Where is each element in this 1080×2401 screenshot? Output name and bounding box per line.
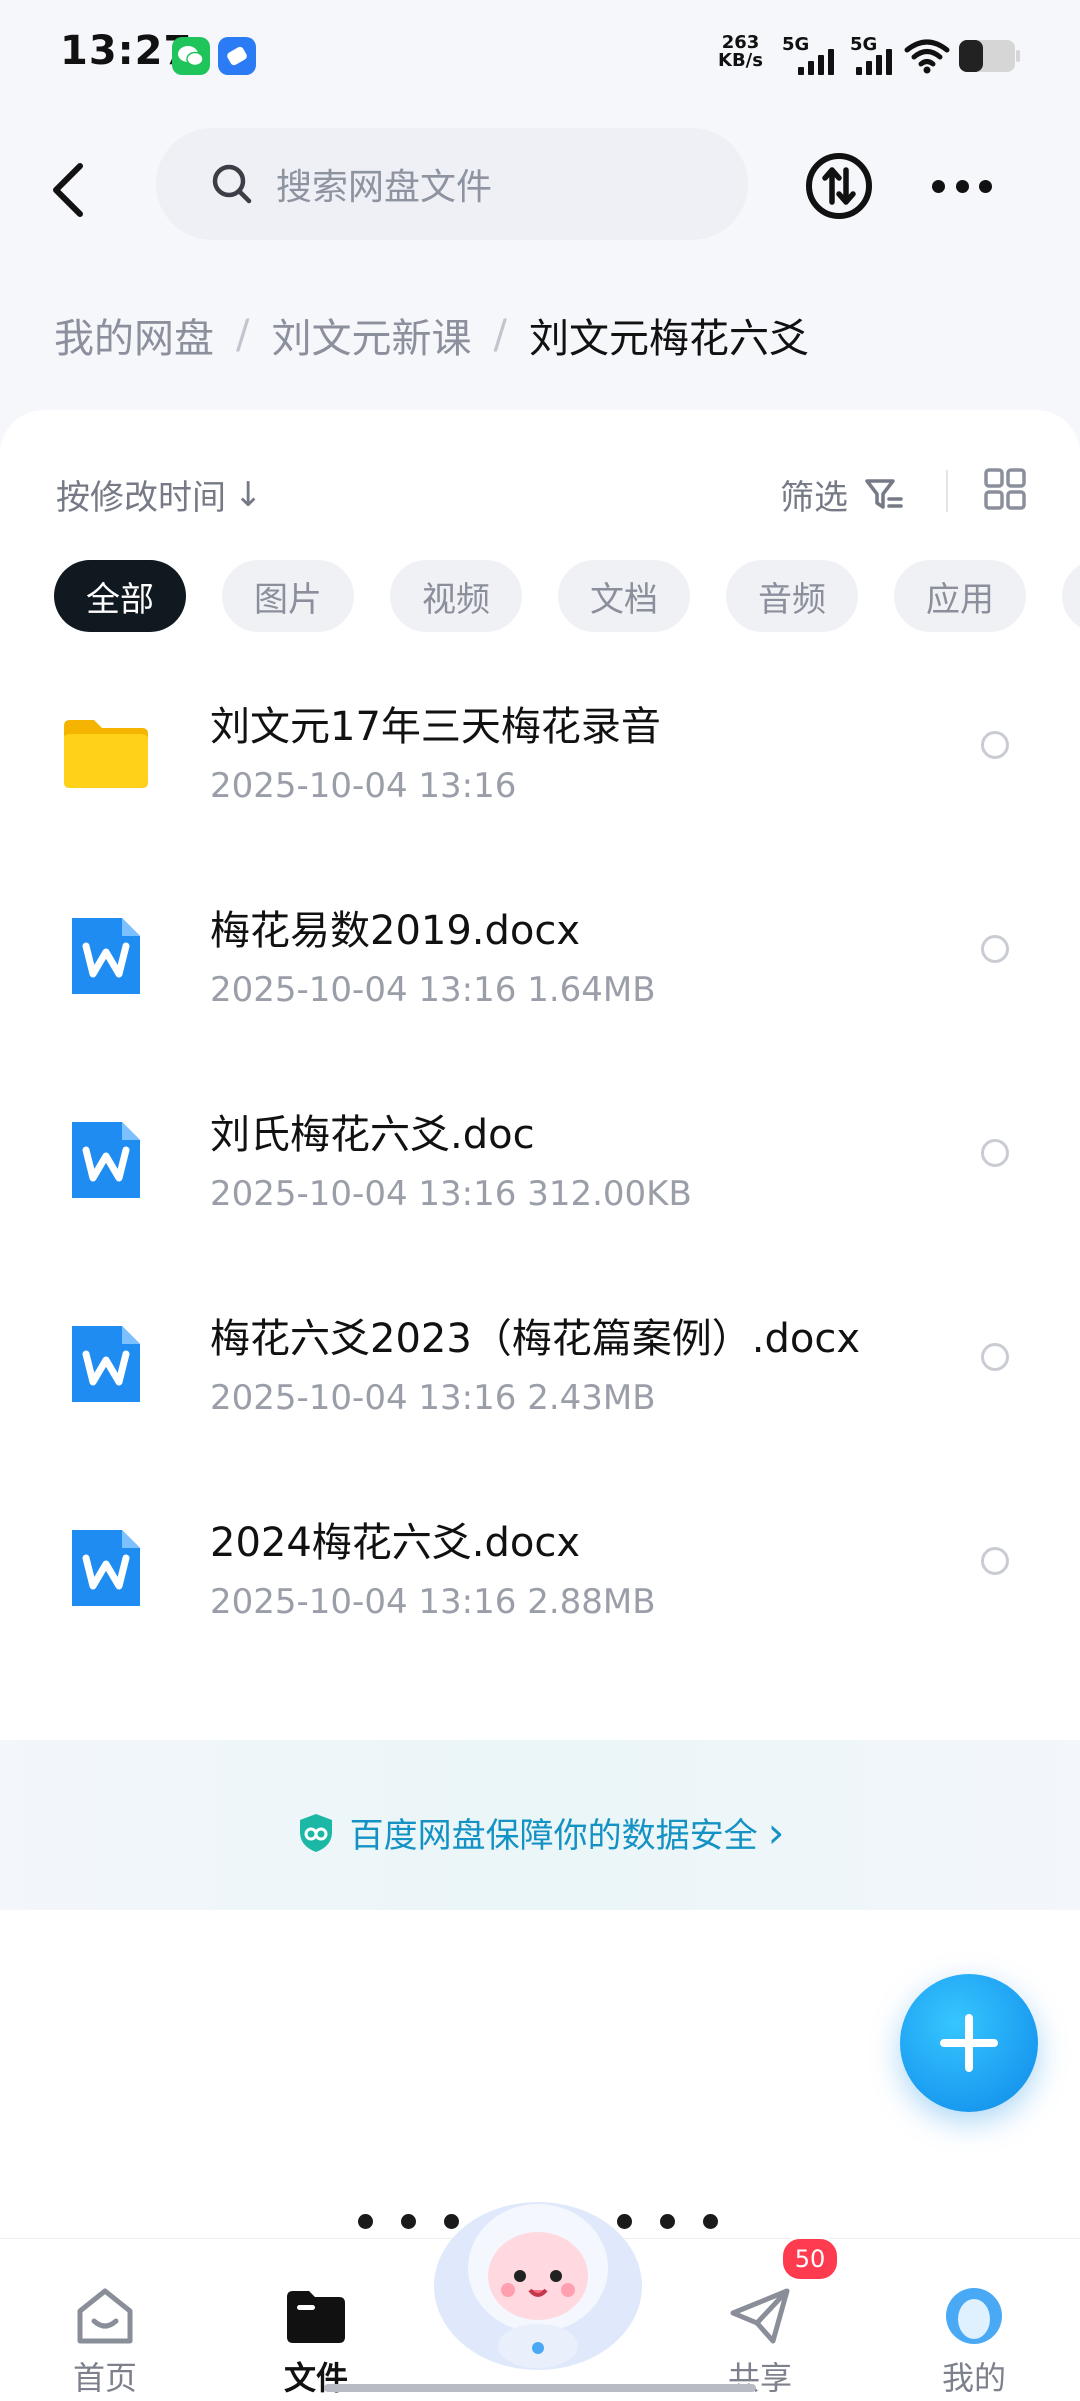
grid-view-icon bbox=[984, 468, 1026, 510]
nav-home[interactable]: 首页 bbox=[25, 2259, 185, 2399]
select-radio[interactable] bbox=[981, 1547, 1009, 1575]
plus-icon bbox=[940, 2014, 998, 2072]
back-icon bbox=[53, 163, 83, 217]
file-name: 刘文元17年三天梅花录音 bbox=[210, 704, 661, 750]
chip-more[interactable] bbox=[1062, 560, 1080, 632]
folder-icon bbox=[62, 708, 150, 796]
select-radio[interactable] bbox=[981, 935, 1009, 963]
mascot-button[interactable] bbox=[430, 2176, 646, 2376]
signal-2-icon bbox=[856, 45, 896, 75]
breadcrumb-item-parent[interactable]: 刘文元新课 bbox=[271, 306, 471, 364]
breadcrumb-item-root[interactable]: 我的网盘 bbox=[54, 306, 214, 364]
signal-1-icon bbox=[798, 45, 838, 75]
filter-label: 筛选 bbox=[780, 478, 848, 518]
home-icon bbox=[77, 2288, 133, 2344]
nav-profile[interactable]: 我的 bbox=[894, 2259, 1054, 2399]
chevron-right-icon: › bbox=[767, 1808, 785, 1857]
file-meta: 2025-10-04 13:16 bbox=[210, 766, 517, 806]
wifi-icon bbox=[904, 38, 950, 74]
file-meta: 2025-10-04 13:16 312.00KB bbox=[210, 1174, 692, 1214]
more-button[interactable] bbox=[932, 180, 992, 194]
more-icon bbox=[932, 180, 945, 193]
file-meta: 2025-10-04 13:16 1.64MB bbox=[210, 970, 656, 1010]
share-badge: 50 bbox=[780, 2236, 840, 2282]
nav-profile-label: 我的 bbox=[941, 2359, 1006, 2397]
category-chips: 全部 图片 视频 文档 音频 应用 bbox=[54, 560, 1080, 632]
breadcrumb-item-current: 刘文元梅花六爻 bbox=[528, 316, 809, 362]
search-icon bbox=[212, 164, 252, 204]
status-bar: 13:27 263 KB/s 5G 5G bbox=[0, 0, 1080, 120]
add-button[interactable] bbox=[900, 1974, 1038, 2112]
filter-button[interactable]: 筛选 bbox=[780, 470, 904, 519]
mascot-icon bbox=[434, 2202, 642, 2370]
breadcrumb-separator: / bbox=[236, 312, 250, 358]
transfer-icon bbox=[806, 153, 872, 219]
file-row[interactable]: 梅花六爻2023（梅花篇案例）.docx 2025-10-04 13:16 2.… bbox=[0, 1272, 1080, 1472]
grid-view-button[interactable] bbox=[984, 468, 1026, 510]
breadcrumb-separator: / bbox=[493, 312, 507, 358]
file-row[interactable]: 刘氏梅花六爻.doc 2025-10-04 13:16 312.00KB bbox=[0, 1068, 1080, 1268]
sort-button[interactable]: 按修改时间 ↓ bbox=[56, 470, 263, 519]
word-doc-icon bbox=[62, 1116, 150, 1204]
chip-images[interactable]: 图片 bbox=[222, 560, 354, 632]
toolbar-divider bbox=[946, 470, 948, 512]
net-speed-unit: KB/s bbox=[718, 50, 763, 71]
folder-icon bbox=[287, 2291, 345, 2343]
nav-home-label: 首页 bbox=[72, 2359, 137, 2397]
file-row[interactable]: 刘文元17年三天梅花录音 2025-10-04 13:16 bbox=[0, 660, 1080, 860]
back-button[interactable] bbox=[46, 160, 90, 220]
file-name: 刘氏梅花六爻.doc bbox=[210, 1112, 535, 1158]
security-banner[interactable]: 百度网盘保障你的数据安全 › bbox=[0, 1740, 1080, 1910]
file-name: 2024梅花六爻.docx bbox=[210, 1520, 581, 1566]
search-bar[interactable]: 搜索网盘文件 bbox=[156, 128, 748, 240]
search-placeholder: 搜索网盘文件 bbox=[276, 167, 493, 208]
battery-icon bbox=[958, 38, 1020, 74]
word-doc-icon bbox=[62, 1524, 150, 1612]
chip-videos[interactable]: 视频 bbox=[390, 560, 522, 632]
file-meta: 2025-10-04 13:16 2.43MB bbox=[210, 1378, 656, 1418]
transfer-button[interactable] bbox=[805, 152, 873, 220]
breadcrumb: 我的网盘 / 刘文元新课 / 刘文元梅花六爻 bbox=[54, 306, 809, 364]
select-radio[interactable] bbox=[981, 731, 1009, 759]
chip-audio[interactable]: 音频 bbox=[726, 560, 858, 632]
file-row[interactable]: 梅花易数2019.docx 2025-10-04 13:16 1.64MB bbox=[0, 864, 1080, 1064]
file-row[interactable]: 2024梅花六爻.docx 2025-10-04 13:16 2.88MB bbox=[0, 1476, 1080, 1676]
chip-apps[interactable]: 应用 bbox=[894, 560, 1026, 632]
banner-text: 百度网盘保障你的数据安全 bbox=[349, 1816, 758, 1856]
home-indicator[interactable] bbox=[324, 2384, 756, 2392]
select-radio[interactable] bbox=[981, 1343, 1009, 1371]
sort-arrow-icon: ↓ bbox=[234, 474, 263, 515]
word-doc-icon bbox=[62, 1320, 150, 1408]
nav-share-label: 共享 bbox=[727, 2359, 792, 2397]
wechat-icon bbox=[172, 37, 210, 75]
nav-files[interactable]: 文件 bbox=[236, 2259, 396, 2399]
app-icon bbox=[218, 37, 256, 75]
sort-label: 按修改时间 bbox=[56, 478, 226, 518]
select-radio[interactable] bbox=[981, 1139, 1009, 1167]
file-name: 梅花六爻2023（梅花篇案例）.docx bbox=[210, 1316, 861, 1362]
filter-icon bbox=[865, 478, 903, 509]
shield-icon bbox=[299, 1813, 332, 1852]
chip-documents[interactable]: 文档 bbox=[558, 560, 690, 632]
share-icon bbox=[730, 2288, 790, 2344]
file-name: 梅花易数2019.docx bbox=[210, 908, 581, 954]
profile-icon bbox=[946, 2288, 1002, 2344]
word-doc-icon bbox=[62, 912, 150, 1000]
net-speed: 263 KB/s bbox=[718, 34, 763, 70]
file-meta: 2025-10-04 13:16 2.88MB bbox=[210, 1582, 656, 1622]
nav-files-label: 文件 bbox=[283, 2359, 348, 2397]
chip-all[interactable]: 全部 bbox=[54, 560, 186, 632]
